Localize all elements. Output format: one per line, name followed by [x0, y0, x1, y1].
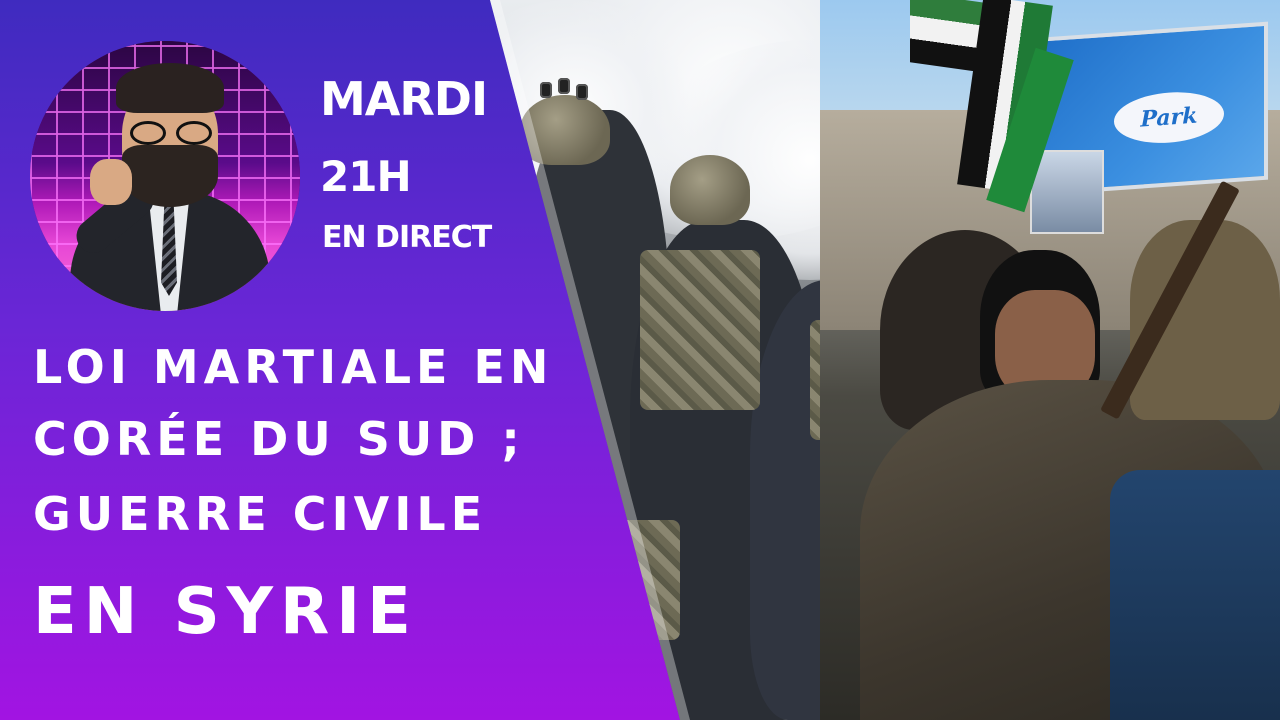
live-label: EN DIRECT	[322, 220, 492, 255]
time-label: 21H	[320, 152, 412, 201]
fighters-photo: Park	[820, 0, 1280, 720]
day-label: MARDI	[320, 72, 488, 126]
headline-line-3: GUERRE CIVILE	[33, 487, 488, 541]
billboard-logo: Park	[1114, 88, 1224, 147]
host-avatar	[30, 41, 300, 311]
headline-line-2: CORÉE DU SUD ;	[33, 412, 525, 466]
poster	[1030, 150, 1104, 234]
headline-line-4: EN SYRIE	[33, 575, 418, 649]
headline-line-1: LOI MARTIALE EN	[33, 340, 554, 394]
